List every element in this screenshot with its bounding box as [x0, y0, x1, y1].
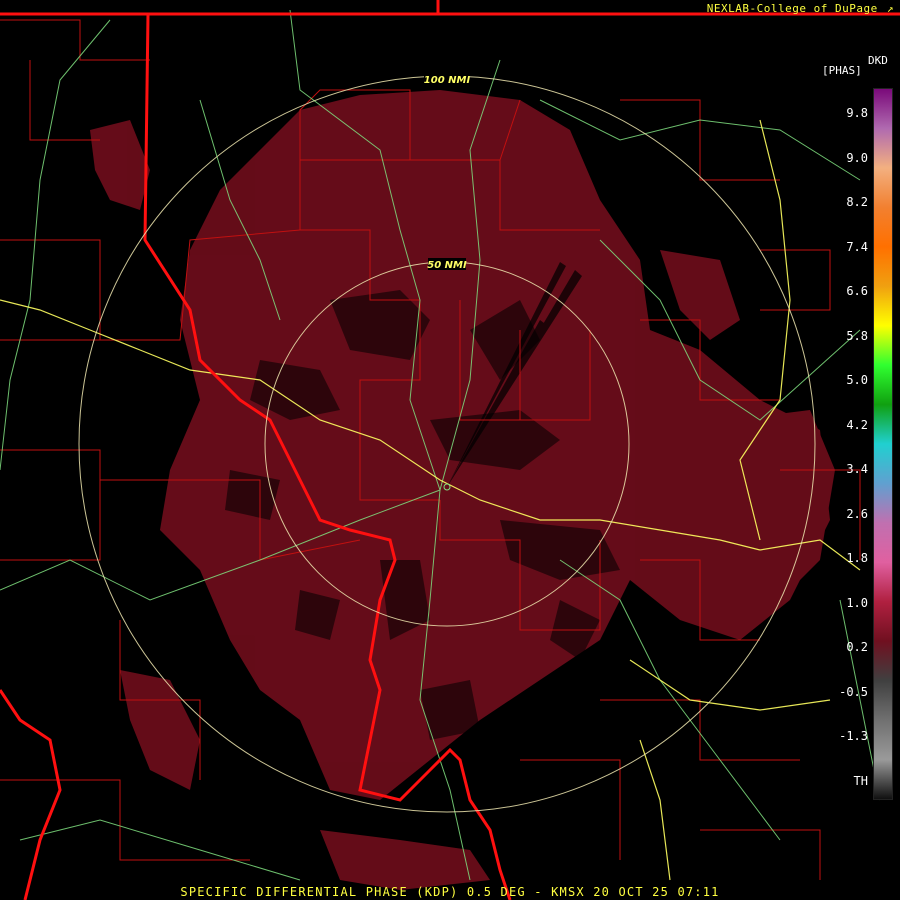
external-link-icon: ↗	[886, 2, 894, 15]
legend-tick: 3.4	[846, 462, 868, 476]
legend-tick: -0.5	[839, 684, 868, 699]
nexlab-credit: NEXLAB-College of DuPage ↗	[707, 2, 894, 15]
legend-tick: 8.2	[846, 195, 868, 209]
product-caption: SPECIFIC DIFFERENTIAL PHASE (KDP) 0.5 DE…	[180, 885, 720, 899]
legend-tick: 5.0	[846, 373, 868, 387]
legend-tick: -1.3	[839, 729, 868, 743]
legend-product-code: DKD	[868, 54, 888, 67]
legend-units: [PHAS]	[822, 64, 862, 77]
range-label-100: 100 NMI	[424, 75, 471, 86]
legend-tick: 4.2	[846, 417, 868, 432]
color-scale-bar	[873, 88, 893, 800]
legend-tick: 2.6	[846, 506, 868, 521]
legend-tick: 0.2	[846, 640, 868, 654]
credit-text: NEXLAB-College of DuPage	[706, 2, 878, 15]
legend-tick: 7.4	[846, 239, 868, 254]
radar-map: 100 NMI 50 NMI	[0, 0, 900, 900]
legend-tick: TH	[853, 773, 868, 788]
range-label-50: 50 NMI	[427, 260, 467, 271]
legend-tick: 1.8	[846, 551, 868, 565]
legend-tick: 9.8	[846, 106, 868, 120]
legend-tick: 1.0	[846, 595, 868, 610]
legend-tick: 5.8	[846, 328, 868, 343]
legend-tick: 6.6	[846, 284, 868, 298]
legend-tick: 9.0	[846, 150, 868, 165]
